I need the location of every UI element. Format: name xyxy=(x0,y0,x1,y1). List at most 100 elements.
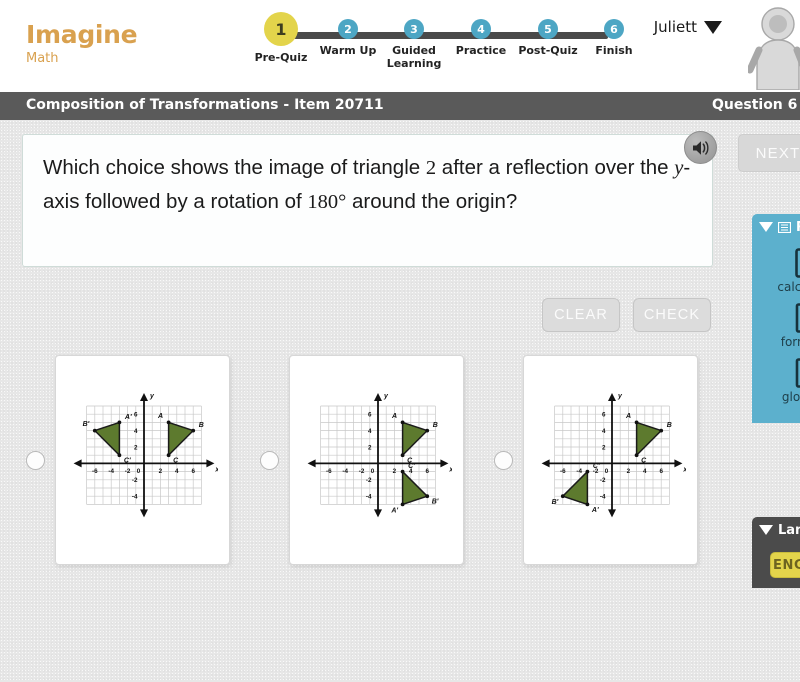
svg-text:A': A' xyxy=(390,507,398,514)
svg-text:4: 4 xyxy=(643,468,647,475)
triangle-down-icon xyxy=(704,20,722,34)
reference-item-label: calculator xyxy=(777,280,800,294)
reference-panel-header[interactable]: Reference xyxy=(752,214,800,240)
svg-text:6: 6 xyxy=(367,411,371,418)
stepper-label: Finish xyxy=(595,44,633,57)
reference-panel-body: calculator formulas xyxy=(752,240,800,423)
svg-text:y: y xyxy=(383,393,389,400)
calculator-icon xyxy=(752,248,800,278)
reference-panel: Reference calculator xyxy=(752,214,800,423)
question-line2-e: around the xyxy=(346,190,451,213)
radio-button[interactable] xyxy=(260,450,279,470)
graph-svg: -6-4-20246642-2-4xyABCA'B'C' xyxy=(541,392,688,517)
item-title: Composition of Transformations - Item 20… xyxy=(26,97,384,113)
svg-text:B: B xyxy=(198,422,203,429)
radio-button[interactable] xyxy=(494,450,513,470)
svg-text:B: B xyxy=(666,422,671,429)
svg-text:C': C' xyxy=(123,457,130,464)
svg-text:-4: -4 xyxy=(108,468,114,475)
answer-choice[interactable]: -6-4-20246642-2-4xyABCA'B'C' xyxy=(26,355,230,565)
language-panel-body: ENGLISH xyxy=(752,543,800,588)
question-line2-a: over the xyxy=(594,156,675,179)
graph-svg: -6-4-20246642-2-4xyABCA'B'C' xyxy=(307,392,454,517)
stepper-step-6[interactable]: 6 Finish xyxy=(583,12,645,57)
stepper-step-2[interactable]: 2 Warm Up xyxy=(317,12,379,57)
reference-item-glossary[interactable]: glossary xyxy=(752,358,800,404)
svg-text:C': C' xyxy=(408,463,415,470)
svg-text:y: y xyxy=(149,393,155,400)
language-english-button[interactable]: ENGLISH xyxy=(770,552,800,578)
stepper-step-5[interactable]: 5 Post-Quiz xyxy=(517,12,579,57)
reference-item-label: formulas xyxy=(780,335,800,349)
svg-text:A': A' xyxy=(123,413,131,420)
svg-text:A: A xyxy=(391,412,397,419)
svg-text:B': B' xyxy=(82,421,89,428)
glossary-icon xyxy=(752,358,800,388)
svg-text:B: B xyxy=(432,422,437,429)
graph-card[interactable]: -6-4-20246642-2-4xyABCA'B'C' xyxy=(55,355,230,565)
svg-text:B': B' xyxy=(431,498,438,505)
svg-text:A: A xyxy=(157,412,163,419)
reference-panel-label: Reference xyxy=(796,220,800,235)
triangle-down-icon xyxy=(759,222,773,232)
language-panel-label: Language xyxy=(778,522,800,538)
svg-text:x: x xyxy=(448,466,452,473)
svg-text:x: x xyxy=(682,466,686,473)
svg-text:B': B' xyxy=(551,499,558,506)
svg-text:-2: -2 xyxy=(365,477,371,484)
question-text: Which choice shows the image of triangle… xyxy=(43,151,693,219)
stepper-bubble: 1 xyxy=(264,12,298,46)
radio-button[interactable] xyxy=(26,450,45,470)
svg-text:6: 6 xyxy=(659,468,663,475)
answer-choice[interactable]: -6-4-20246642-2-4xyABCA'B'C' xyxy=(494,355,698,565)
svg-text:-6: -6 xyxy=(559,468,565,475)
svg-text:0: 0 xyxy=(136,467,140,474)
reference-item-formulas[interactable]: formulas xyxy=(752,303,800,349)
svg-text:-2: -2 xyxy=(124,468,130,475)
graph-card[interactable]: -6-4-20246642-2-4xyABCA'B'C' xyxy=(523,355,698,565)
answer-choice[interactable]: -6-4-20246642-2-4xyABCA'B'C' xyxy=(260,355,464,565)
answer-choice-list: -6-4-20246642-2-4xyABCA'B'C' -6-4-202466… xyxy=(0,345,800,585)
next-button[interactable]: NEXT xyxy=(738,134,800,172)
svg-text:6: 6 xyxy=(133,411,137,418)
graph-card[interactable]: -6-4-20246642-2-4xyABCA'B'C' xyxy=(289,355,464,565)
svg-text:0: 0 xyxy=(370,467,374,474)
check-button[interactable]: CHECK xyxy=(633,298,711,332)
student-avatar-icon[interactable] xyxy=(748,4,800,90)
svg-text:x: x xyxy=(214,466,218,473)
svg-text:2: 2 xyxy=(601,444,605,451)
graph-svg: -6-4-20246642-2-4xyABCA'B'C' xyxy=(73,392,220,517)
language-panel: Language ENGLISH xyxy=(752,517,800,588)
svg-text:-2: -2 xyxy=(358,468,364,475)
svg-text:C': C' xyxy=(592,463,599,470)
stepper-label: Post-Quiz xyxy=(518,44,578,57)
formula-sheet-icon xyxy=(752,303,800,333)
svg-text:2: 2 xyxy=(392,468,396,475)
question-line1-b: 2 xyxy=(425,157,437,179)
svg-text:-4: -4 xyxy=(599,493,605,500)
stepper-label: Practice xyxy=(455,44,507,57)
svg-text:A': A' xyxy=(590,506,598,513)
item-title-bar: Composition of Transformations - Item 20… xyxy=(0,92,800,120)
user-name: Juliett xyxy=(653,18,697,36)
svg-text:4: 4 xyxy=(367,427,371,434)
svg-text:6: 6 xyxy=(425,468,429,475)
question-counter: Question 6 xyxy=(712,97,798,113)
svg-text:4: 4 xyxy=(601,427,605,434)
question-line3: origin? xyxy=(455,190,518,213)
clear-button[interactable]: CLEAR xyxy=(542,298,620,332)
svg-text:2: 2 xyxy=(626,468,630,475)
stepper-step-1[interactable]: 1 Pre-Quiz xyxy=(250,12,312,64)
speaker-icon[interactable] xyxy=(684,131,717,164)
stepper-step-3[interactable]: 3 Guided Learning xyxy=(383,12,445,70)
language-panel-header[interactable]: Language xyxy=(752,517,800,543)
svg-text:2: 2 xyxy=(158,468,162,475)
user-menu[interactable]: Juliett xyxy=(654,18,722,36)
question-line2-d: 180° xyxy=(307,191,347,213)
stepper-step-4[interactable]: 4 Practice xyxy=(450,12,512,57)
svg-text:2: 2 xyxy=(133,444,137,451)
svg-text:6: 6 xyxy=(191,468,195,475)
reference-item-calculator[interactable]: calculator xyxy=(752,248,800,294)
svg-text:2: 2 xyxy=(367,444,371,451)
stepper-bubble: 4 xyxy=(471,19,491,39)
